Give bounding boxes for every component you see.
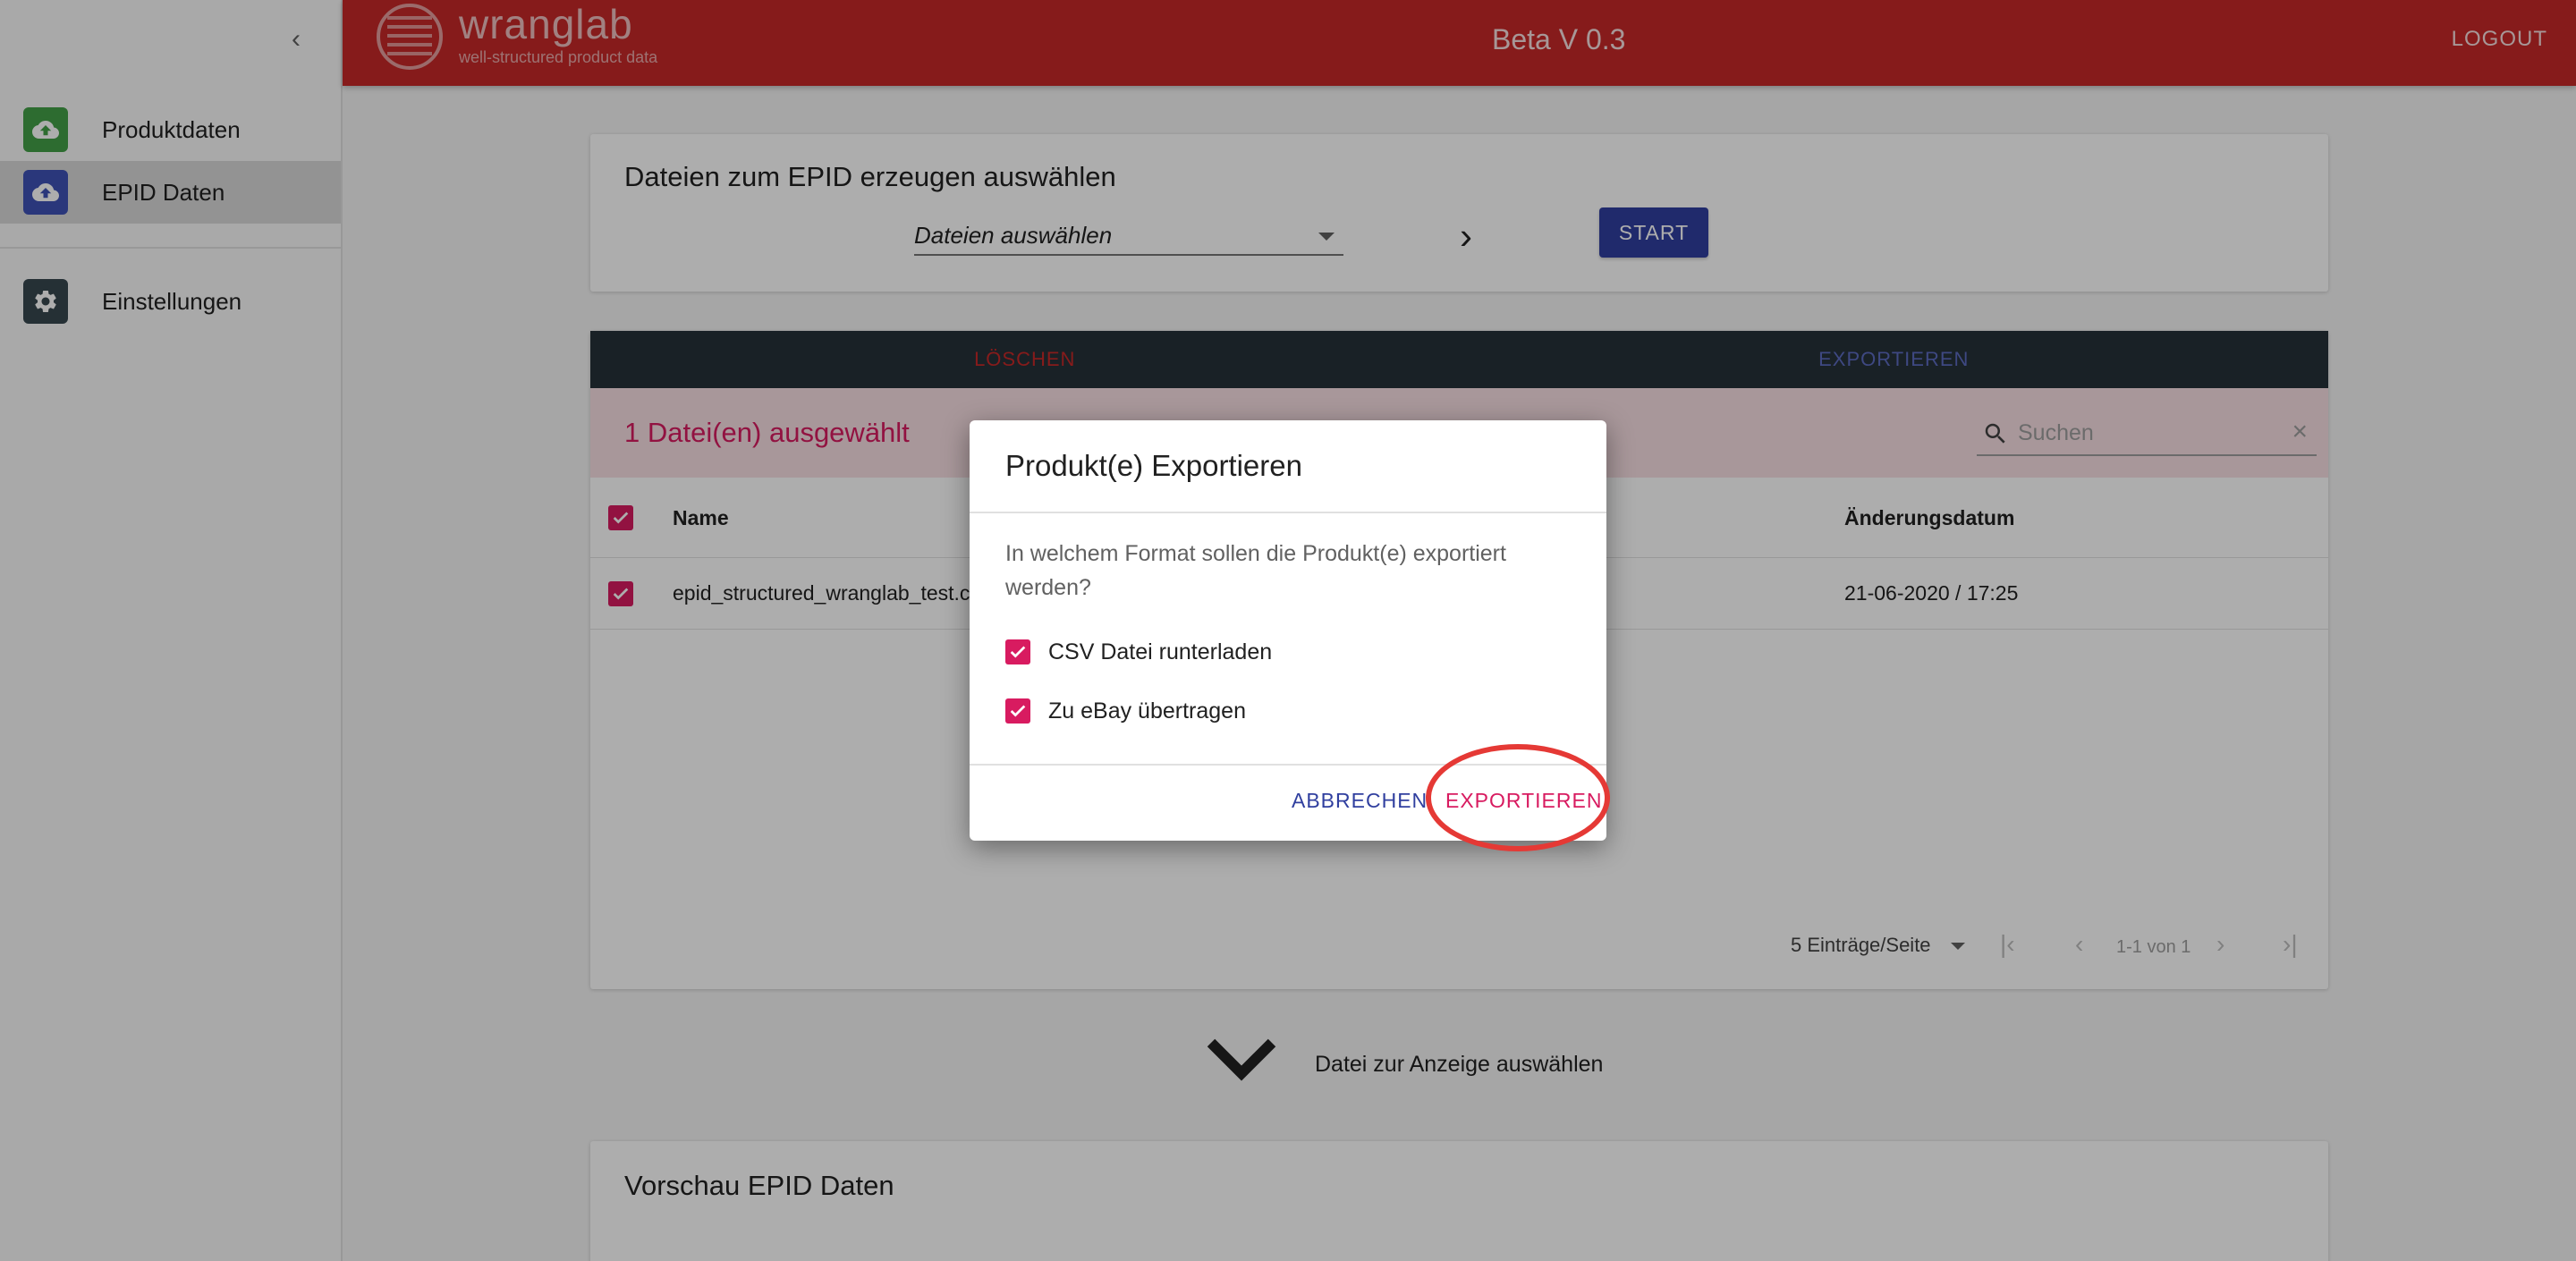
ebay-option-label: Zu eBay übertragen [1048,698,1246,724]
checkmark-icon [1010,705,1026,717]
checkmark-icon [1010,646,1026,658]
cancel-button[interactable]: ABBRECHEN [1292,789,1428,813]
ebay-checkbox[interactable] [1005,698,1030,724]
option-ebay-upload[interactable]: Zu eBay übertragen [1005,696,1246,726]
csv-checkbox[interactable] [1005,639,1030,664]
csv-option-label: CSV Datei runterladen [1048,639,1273,664]
highlight-annotation [1426,744,1610,851]
dialog-question: In welchem Format sollen die Produkt(e) … [1005,541,1506,600]
dialog-title: Produkt(e) Exportieren [1005,449,1302,482]
dialog-divider [970,512,1606,513]
option-csv-download[interactable]: CSV Datei runterladen [1005,637,1272,667]
